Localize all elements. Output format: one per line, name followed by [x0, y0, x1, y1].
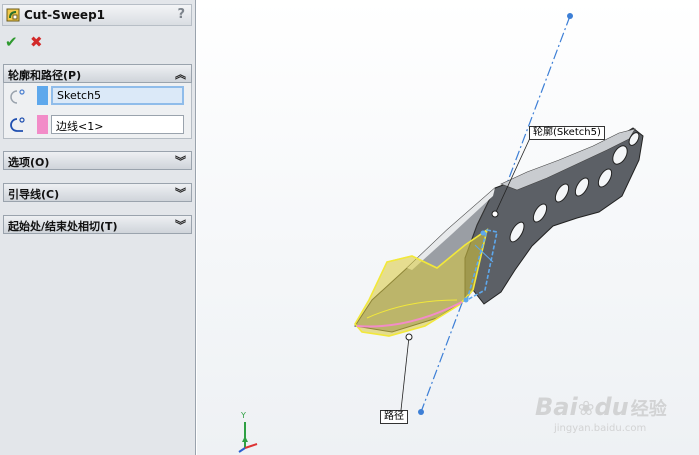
path-icon: [10, 117, 25, 132]
property-manager-panel: Cut-Sweep1 ? ✔ ✖ 轮廓和路径(P) ︽ Sketch5 边线<1…: [0, 0, 196, 455]
sketch-point[interactable]: [463, 297, 469, 303]
cut-sweep-icon: [6, 8, 20, 22]
close-icon: ✖: [30, 33, 43, 51]
ok-button[interactable]: ✔: [5, 33, 18, 51]
path-color-swatch: [37, 115, 48, 134]
group-profile-path-header[interactable]: 轮廓和路径(P) ︽: [3, 64, 192, 83]
feature-title: Cut-Sweep1: [24, 8, 106, 22]
profile-selection-field[interactable]: Sketch5: [51, 86, 184, 105]
axis-endpoint[interactable]: [418, 409, 424, 415]
watermark-url: jingyan.baidu.com: [554, 423, 647, 434]
path-callout-leader: [400, 336, 410, 411]
group-guide-curves-header[interactable]: 引导线(C) ︾: [3, 183, 192, 202]
group-tangency-header[interactable]: 起始处/结束处相切(T) ︾: [3, 215, 192, 234]
profile-callout-label[interactable]: 轮廓(Sketch5): [529, 126, 605, 140]
chevron-down-icon[interactable]: ︾: [175, 185, 186, 201]
triad-y-label: Y: [241, 411, 246, 420]
group-profile-path-label: 轮廓和路径(P): [8, 69, 82, 82]
path-callout-label[interactable]: 路径: [380, 410, 408, 424]
chevron-up-icon[interactable]: ︽: [175, 66, 186, 82]
path-selection-field[interactable]: 边线<1>: [51, 115, 184, 134]
cut-sweep-preview[interactable]: [354, 228, 489, 337]
sketch-point[interactable]: [480, 230, 486, 236]
group-guide-curves-label: 引导线(C): [8, 188, 60, 201]
profile-icon: [10, 89, 25, 104]
axis-endpoint[interactable]: [567, 13, 573, 19]
chevron-down-icon[interactable]: ︾: [175, 153, 186, 169]
help-icon[interactable]: ?: [177, 7, 185, 22]
group-options-header[interactable]: 选项(O) ︾: [3, 151, 192, 170]
feature-title-bar: Cut-Sweep1 ?: [2, 4, 192, 26]
cancel-button[interactable]: ✖: [30, 33, 43, 51]
check-icon: ✔: [5, 33, 18, 51]
group-tangency-label: 起始处/结束处相切(T): [8, 220, 118, 233]
paw-icon: ❀: [577, 396, 595, 420]
chevron-down-icon[interactable]: ︾: [175, 217, 186, 233]
path-callout-anchor: [405, 333, 413, 341]
group-options-label: 选项(O): [8, 156, 50, 169]
knife-model-view[interactable]: [197, 0, 699, 455]
graphics-viewport[interactable]: 轮廓(Sketch5) 路径 Y Bai❀du 经验 jingyan.baidu.…: [197, 0, 699, 455]
watermark-logo: Bai❀du 经验: [535, 393, 667, 421]
profile-color-swatch: [37, 86, 48, 105]
view-triad: [238, 422, 258, 453]
group-profile-path-body: Sketch5 边线<1>: [3, 83, 192, 139]
profile-callout-anchor: [491, 210, 499, 218]
